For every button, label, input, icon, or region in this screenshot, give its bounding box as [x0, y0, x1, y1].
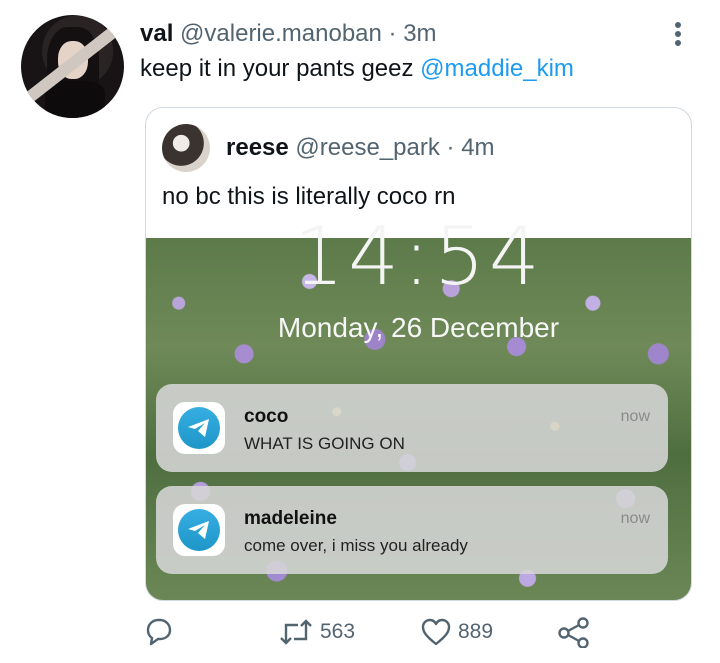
reply-button[interactable]	[142, 612, 180, 652]
quoted-avatar[interactable]	[162, 124, 210, 172]
retweet-button[interactable]: 563	[278, 612, 355, 652]
lockscreen-clock: 14:54	[293, 210, 544, 303]
tweet-body: keep it in your pants geez	[140, 55, 421, 82]
notification-body: come over, i miss you already	[244, 536, 468, 555]
notification-card: madeleine come over, i miss you already …	[156, 486, 668, 574]
notification-title: madeleine	[244, 508, 337, 529]
notification-title: coco	[244, 406, 289, 427]
tweet-time[interactable]: 3m	[403, 20, 436, 47]
reply-icon	[146, 618, 172, 646]
quoted-header: reese @reese_park · 4m	[226, 134, 495, 162]
tweet-header: val @valerie.manoban · 3m	[140, 20, 437, 48]
quoted-author-handle[interactable]: @reese_park	[295, 134, 439, 161]
telegram-icon	[173, 402, 225, 454]
mention-link[interactable]: @maddie_kim	[420, 55, 574, 82]
quoted-media-image[interactable]: 14:54 Monday, 26 December coco WHAT IS G…	[146, 210, 691, 600]
notification-body: WHAT IS GOING ON	[244, 434, 405, 453]
notification-card: coco WHAT IS GOING ON now	[156, 384, 668, 472]
avatar-shirt	[45, 81, 105, 118]
author-avatar[interactable]	[21, 15, 124, 118]
quoted-text: no bc this is literally coco rn	[162, 183, 456, 210]
notification-time: now	[620, 510, 650, 527]
share-icon	[558, 617, 589, 648]
tweet-actions: 563 889	[0, 612, 720, 652]
header-separator: ·	[388, 20, 397, 47]
author-name[interactable]: val	[140, 20, 173, 47]
like-count: 889	[458, 620, 494, 643]
notification-time: now	[620, 408, 650, 425]
like-icon	[421, 618, 451, 646]
retweet-icon	[280, 619, 312, 645]
more-vertical-icon[interactable]	[668, 22, 688, 48]
quoted-author-name[interactable]: reese	[226, 134, 289, 161]
tweet-text: keep it in your pants geez @maddie_kim	[140, 54, 574, 84]
like-button[interactable]: 889	[420, 612, 493, 652]
telegram-icon	[173, 504, 225, 556]
lockscreen-date: Monday, 26 December	[277, 312, 560, 343]
author-handle[interactable]: @valerie.manoban	[180, 20, 382, 47]
quoted-separator: ·	[446, 134, 455, 161]
quoted-tweet[interactable]: reese @reese_park · 4m no bc this is lit…	[145, 107, 692, 601]
quoted-time[interactable]: 4m	[461, 134, 494, 161]
retweet-count: 563	[320, 620, 356, 643]
share-button[interactable]	[557, 612, 591, 652]
